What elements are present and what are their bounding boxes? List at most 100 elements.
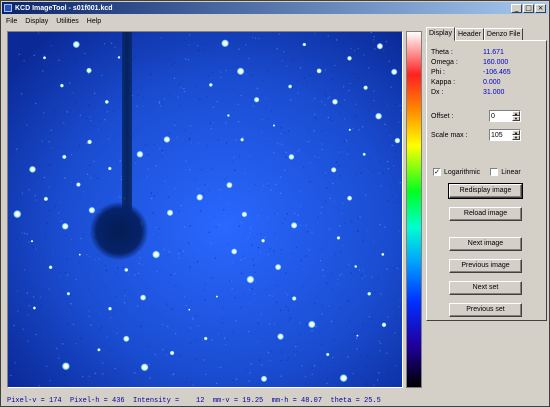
noise-speck [66,111,68,113]
noise-speck [321,248,323,250]
noise-speck [300,260,302,262]
noise-speck [202,192,204,194]
spin-down-icon[interactable]: ▼ [512,116,520,121]
noise-speck [81,220,83,222]
noise-speck [330,120,333,122]
spin-down-icon[interactable]: ▼ [512,135,520,140]
noise-speck [366,383,368,386]
noise-speck [161,101,163,103]
noise-speck [174,188,176,190]
noise-speck [197,325,199,327]
menu-display[interactable]: Display [21,18,52,25]
noise-speck [216,382,218,384]
noise-speck [294,152,296,154]
linear-option[interactable]: Linear [490,168,521,176]
noise-speck [274,323,276,325]
linear-checkbox[interactable] [490,168,499,176]
noise-speck [173,62,175,64]
noise-speck [151,307,153,309]
menu-utilities[interactable]: Utilities [52,18,83,25]
noise-speck [69,50,71,53]
noise-speck [156,270,158,272]
noise-speck [267,119,269,121]
noise-speck [86,117,88,120]
noise-speck [374,48,376,50]
noise-speck [232,160,234,163]
noise-speck [159,105,161,107]
noise-speck [270,110,272,112]
diffraction-image-frame[interactable] [7,31,403,388]
noise-speck [217,138,219,141]
menu-help[interactable]: Help [83,18,105,25]
next-image-button[interactable]: Next image [449,237,522,251]
noise-speck [55,104,58,106]
scale-max-spinner[interactable]: ▲ ▼ [489,129,521,141]
noise-speck [342,245,344,247]
diffraction-image[interactable] [8,32,402,387]
noise-speck [289,317,291,319]
noise-speck [70,238,73,241]
param-label: Omega : [431,58,458,66]
noise-speck [254,183,256,185]
offset-spinner[interactable]: ▲ ▼ [489,110,521,122]
reload-image-button[interactable]: Reload image [449,207,522,221]
noise-speck [184,296,186,298]
noise-speck [89,164,91,166]
logarithmic-option[interactable]: ✓ Logarithmic [433,168,480,176]
noise-speck [49,380,51,382]
noise-speck [119,196,121,198]
noise-speck [367,354,369,356]
noise-speck [300,50,302,52]
noise-speck [249,227,252,229]
tab-display[interactable]: Display [426,27,455,41]
noise-speck [399,182,401,184]
reflection-spot [246,275,255,284]
noise-speck [296,80,298,82]
noise-speck [58,357,60,359]
noise-speck [79,114,81,116]
redisplay-image-button[interactable]: Redisplay image [448,183,523,199]
noise-speck [13,324,15,327]
noise-speck [38,32,40,34]
noise-speck [58,59,60,61]
noise-speck [179,354,181,356]
noise-speck [112,111,115,113]
noise-speck [339,307,341,309]
noise-speck [132,58,134,60]
noise-speck [250,363,252,365]
noise-speck [65,354,67,356]
noise-speck [265,97,267,99]
noise-speck [78,262,81,264]
noise-speck [52,92,55,95]
scale-max-input[interactable] [490,130,512,140]
noise-speck [152,212,154,214]
noise-speck [21,232,23,234]
noise-speck [155,227,157,229]
title-bar[interactable]: KCD ImageTool - s01f001.kcd _ □ × [2,2,548,14]
next-set-button[interactable]: Next set [449,281,522,295]
noise-speck [50,129,52,131]
noise-speck [178,83,181,85]
noise-speck [294,212,296,214]
reflection-spot [253,96,260,103]
logarithmic-checkbox[interactable]: ✓ [433,168,441,176]
noise-speck [188,67,190,69]
previous-image-button[interactable]: Previous image [449,259,522,273]
noise-speck [260,233,262,235]
noise-speck [244,172,246,174]
noise-speck [161,323,164,326]
maximize-button[interactable]: □ [523,3,534,13]
previous-set-button[interactable]: Previous set [449,303,522,317]
reflection-spot [291,296,297,301]
noise-speck [78,109,80,111]
minimize-button[interactable]: _ [511,3,522,13]
noise-speck [241,272,243,274]
offset-input[interactable] [490,111,512,121]
noise-speck [225,344,227,346]
noise-speck [225,69,227,72]
menu-file[interactable]: File [2,18,21,25]
noise-speck [387,200,389,202]
noise-speck [63,146,65,148]
noise-speck [75,343,77,345]
close-button[interactable]: × [535,3,546,13]
